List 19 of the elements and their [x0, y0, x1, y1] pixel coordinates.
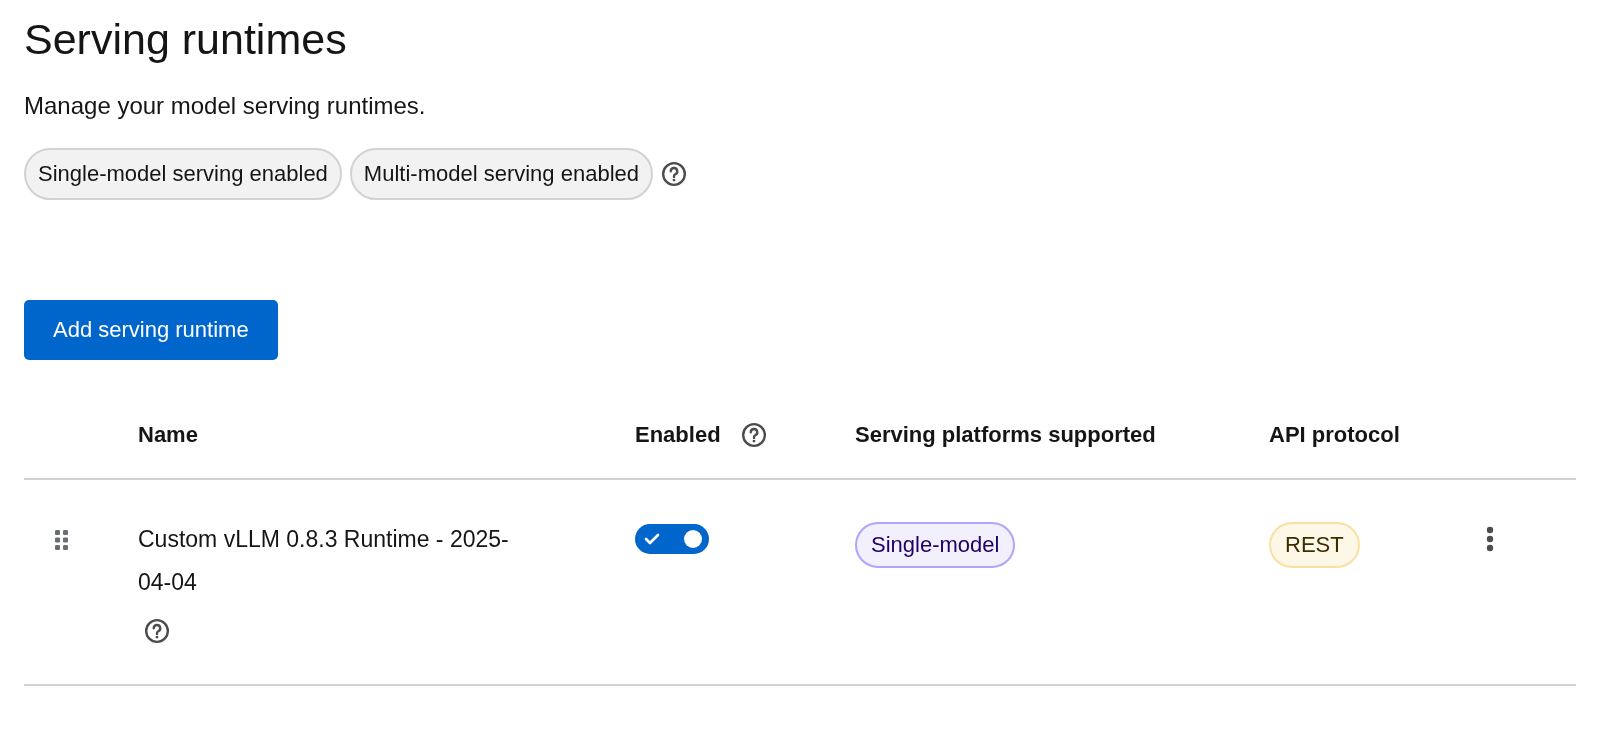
kebab-menu-icon[interactable] — [1486, 525, 1494, 552]
help-icon[interactable] — [740, 421, 767, 448]
drag-handle-icon[interactable] — [55, 529, 69, 550]
platform-label: Single-model — [855, 521, 1016, 568]
page-title: Serving runtimes — [24, 14, 348, 65]
serving-label: Single-model serving enabled — [24, 147, 342, 200]
help-icon[interactable] — [144, 617, 170, 644]
column-header: Name — [138, 421, 198, 448]
serving-label: Multi-model serving enabled — [349, 147, 653, 200]
enabled-toggle[interactable] — [635, 523, 709, 554]
api-protocol-label: REST — [1269, 521, 1360, 568]
page-description: Manage your model serving runtimes. — [24, 91, 427, 120]
column-header: API protocol — [1269, 421, 1400, 448]
check-icon — [644, 532, 660, 545]
add-serving-runtime-button[interactable]: Add serving runtime — [24, 299, 278, 360]
column-header: Enabled — [635, 421, 721, 448]
column-header: Serving platforms supported — [855, 421, 1156, 448]
help-icon[interactable] — [661, 160, 687, 187]
runtime-name: Custom vLLM 0.8.3 Runtime - 2025-04-04 — [138, 524, 510, 597]
